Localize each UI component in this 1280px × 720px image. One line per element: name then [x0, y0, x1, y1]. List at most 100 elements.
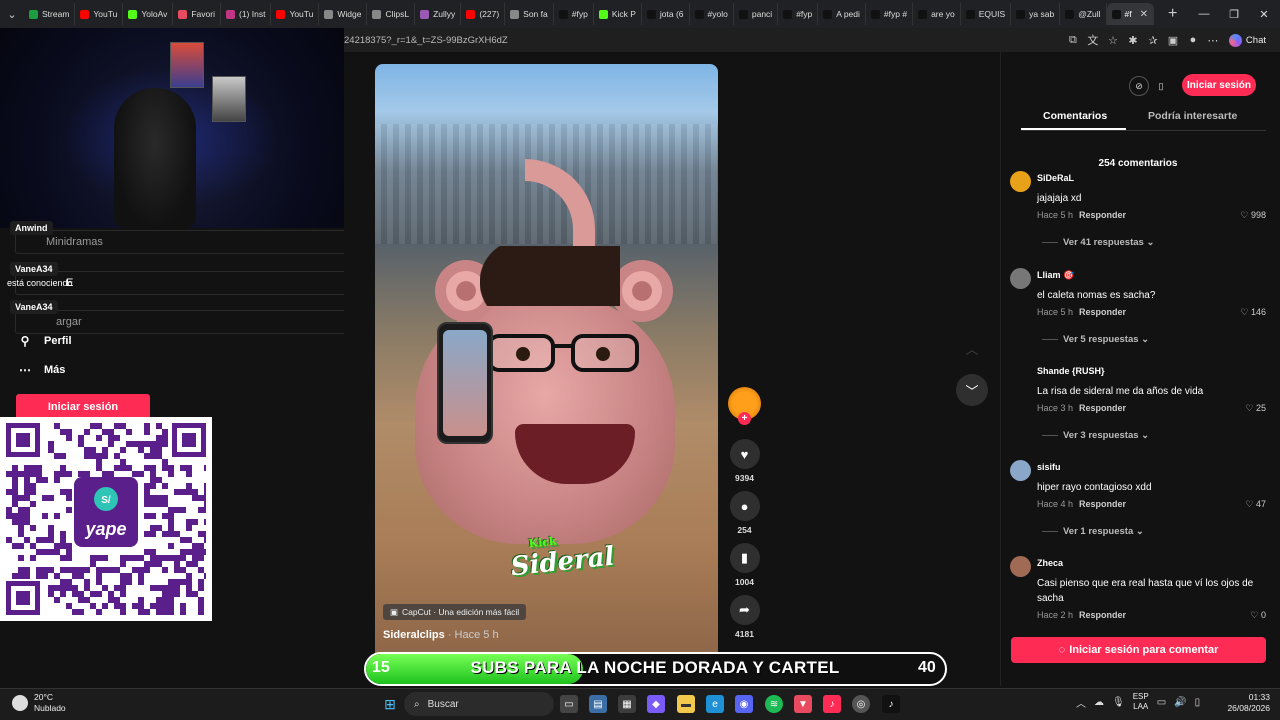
commenter-avatar[interactable] [1010, 268, 1031, 289]
like-action[interactable]: ♥ 9394 [728, 439, 761, 483]
follow-plus-icon[interactable]: + [738, 412, 751, 425]
monitor-icon[interactable]: ▭ [1157, 697, 1166, 708]
battery-icon[interactable]: ▯ [1195, 697, 1201, 708]
input-language[interactable]: ESP LAA [1133, 692, 1149, 712]
browser-tab[interactable]: panci [734, 3, 779, 25]
translate-icon[interactable]: 文 [1083, 32, 1103, 48]
browser-tab[interactable]: EQUIS [961, 3, 1012, 25]
file-explorer-icon[interactable]: ▬ [677, 695, 695, 713]
url-field[interactable]: 24218375?_r=1&_t=ZS-99BzGrXH6dZ [344, 35, 1063, 46]
view-replies-link[interactable]: Ver 5 respuestas ⌄ [1042, 334, 1149, 345]
weather-widget[interactable]: 20°C Nublado [12, 692, 66, 714]
login-to-comment-button[interactable]: ◌ Iniciar sesión para comentar [1011, 637, 1266, 663]
share-icon[interactable]: ➦ [729, 595, 760, 625]
browser-tab[interactable]: (227) [461, 3, 506, 25]
browser-tab[interactable]: Son fa [505, 3, 554, 25]
comment-like[interactable]: ♡ 998 [1240, 210, 1266, 221]
browser-tab[interactable]: Favori [173, 3, 221, 25]
task-view-icon[interactable]: ▭ [560, 695, 578, 713]
browser-tab[interactable]: #fyp # [866, 3, 914, 25]
heart-icon[interactable]: ♥ [729, 439, 760, 469]
commenter-name[interactable]: Zheca [1037, 558, 1063, 568]
open-app-icon[interactable]: ⧉ [1063, 34, 1083, 47]
network-icon[interactable]: ☁ [1094, 697, 1104, 708]
commenter-avatar[interactable] [1010, 364, 1031, 385]
new-tab-icon[interactable]: + [1168, 5, 1177, 23]
commenter-avatar[interactable] [1010, 556, 1031, 577]
capcut-badge[interactable]: ▣ CapCut · Una edición más fácil [383, 604, 527, 620]
browser-tab[interactable]: Zullyy [415, 3, 462, 25]
windows-start-icon[interactable]: ⊞ [381, 695, 399, 713]
reply-link[interactable]: Responder [1079, 610, 1126, 620]
minimize-icon[interactable]: — [1188, 0, 1220, 28]
tiktok-studio-icon[interactable]: ♪ [823, 695, 841, 713]
comment-action[interactable]: ● 254 [728, 491, 761, 535]
copilot-app-icon[interactable]: ◆ [647, 695, 665, 713]
tiktok-icon[interactable]: ♪ [882, 695, 900, 713]
edge-browser-icon[interactable]: e [706, 695, 724, 713]
taskbar-search[interactable]: ⌕ Buscar [404, 692, 554, 716]
copilot-chat-button[interactable]: Chat [1228, 33, 1266, 47]
browser-tab[interactable]: Kick P [594, 3, 642, 25]
reply-link[interactable]: Responder [1079, 403, 1126, 413]
extensions-icon[interactable]: ✱ [1123, 34, 1143, 47]
share-action[interactable]: ➦ 4181 [728, 595, 761, 639]
bookmark-icon[interactable]: ▮ [729, 543, 760, 573]
save-action[interactable]: ▮ 1004 [728, 543, 761, 587]
app-icon[interactable]: ▤ [589, 695, 607, 713]
sidebar-item-upload[interactable]: argar [15, 310, 356, 334]
reply-link[interactable]: Responder [1079, 210, 1126, 220]
close-tab-icon[interactable]: ✕ [1140, 9, 1148, 20]
browser-tab[interactable]: #fyp [554, 3, 594, 25]
microphone-icon[interactable]: 🎙 [1112, 697, 1125, 708]
nav-item-mas[interactable]: ⋯ Más [18, 363, 65, 377]
browser-tab[interactable]: Stream [24, 3, 76, 25]
previous-video-icon[interactable]: ︿ [956, 332, 988, 364]
browser-tab[interactable]: ClipsL [367, 3, 416, 25]
favorites-icon[interactable]: ✰ [1143, 34, 1163, 47]
tray-chevron-icon[interactable]: ︿ [1076, 695, 1086, 710]
browser-tab[interactable]: A pedi [818, 3, 866, 25]
app-icon[interactable]: ▼ [794, 695, 812, 713]
commenter-name[interactable]: sisifu [1037, 462, 1061, 472]
commenter-avatar[interactable] [1010, 460, 1031, 481]
comment-icon[interactable]: ● [729, 491, 760, 521]
phone-app-icon[interactable]: ▯ [1151, 76, 1171, 96]
next-video-icon[interactable]: ﹀ [956, 374, 988, 406]
tab-comentarios[interactable]: Comentarios [1043, 110, 1107, 122]
more-options-icon[interactable]: ⋯ [1203, 34, 1223, 47]
browser-tab[interactable]: YouTu [75, 3, 124, 25]
comment-like[interactable]: ♡ 25 [1245, 403, 1266, 414]
login-button-top[interactable]: Iniciar sesión [1182, 74, 1256, 96]
browser-tab[interactable]: #yolo [690, 3, 734, 25]
discord-icon[interactable]: ◉ [735, 695, 753, 713]
browser-tab[interactable]: YouTu [271, 3, 320, 25]
spotify-icon[interactable]: ≋ [765, 695, 783, 713]
reply-link[interactable]: Responder [1079, 499, 1126, 509]
comment-like[interactable]: ♡ 47 [1245, 499, 1266, 510]
view-replies-link[interactable]: Ver 41 respuestas ⌄ [1042, 237, 1154, 248]
browser-tab[interactable]: @Zull [1060, 3, 1107, 25]
taskbar-clock[interactable]: 01:33 26/08/2026 [1222, 692, 1270, 714]
commenter-name[interactable]: Shande {RUSH} [1037, 366, 1105, 376]
view-replies-link[interactable]: Ver 1 respuesta ⌄ [1042, 526, 1144, 537]
sidebar-item-minidramas[interactable]: Minidramas [15, 230, 356, 254]
commenter-name[interactable]: Lliam 🎯 [1037, 270, 1074, 281]
profile-avatar-icon[interactable]: ● [1183, 34, 1203, 46]
close-window-icon[interactable]: ✕ [1248, 0, 1280, 28]
video-author-line[interactable]: Sideralclips · Hace 5 h [383, 629, 499, 641]
comment-like[interactable]: ♡ 0 [1250, 610, 1266, 621]
nav-item-perfil[interactable]: ⚲ Perfil [18, 334, 72, 348]
compass-icon[interactable]: ⊘ [1129, 76, 1149, 96]
tab-podria-interesarte[interactable]: Podría interesarte [1148, 110, 1237, 122]
browser-tab[interactable]: Widge [319, 3, 368, 25]
comment-like[interactable]: ♡ 146 [1240, 307, 1266, 318]
browser-tab[interactable]: are yo [913, 3, 961, 25]
video-player[interactable]: Kick Sideral [375, 64, 718, 664]
commenter-avatar[interactable] [1010, 171, 1031, 192]
browser-tab[interactable]: YoloAv [123, 3, 174, 25]
reply-link[interactable]: Responder [1079, 307, 1126, 317]
browser-tab[interactable]: jota (6 [642, 3, 690, 25]
browser-tab[interactable]: (1) Inst [221, 3, 272, 25]
commenter-name[interactable]: SiDeRaL [1037, 173, 1074, 183]
